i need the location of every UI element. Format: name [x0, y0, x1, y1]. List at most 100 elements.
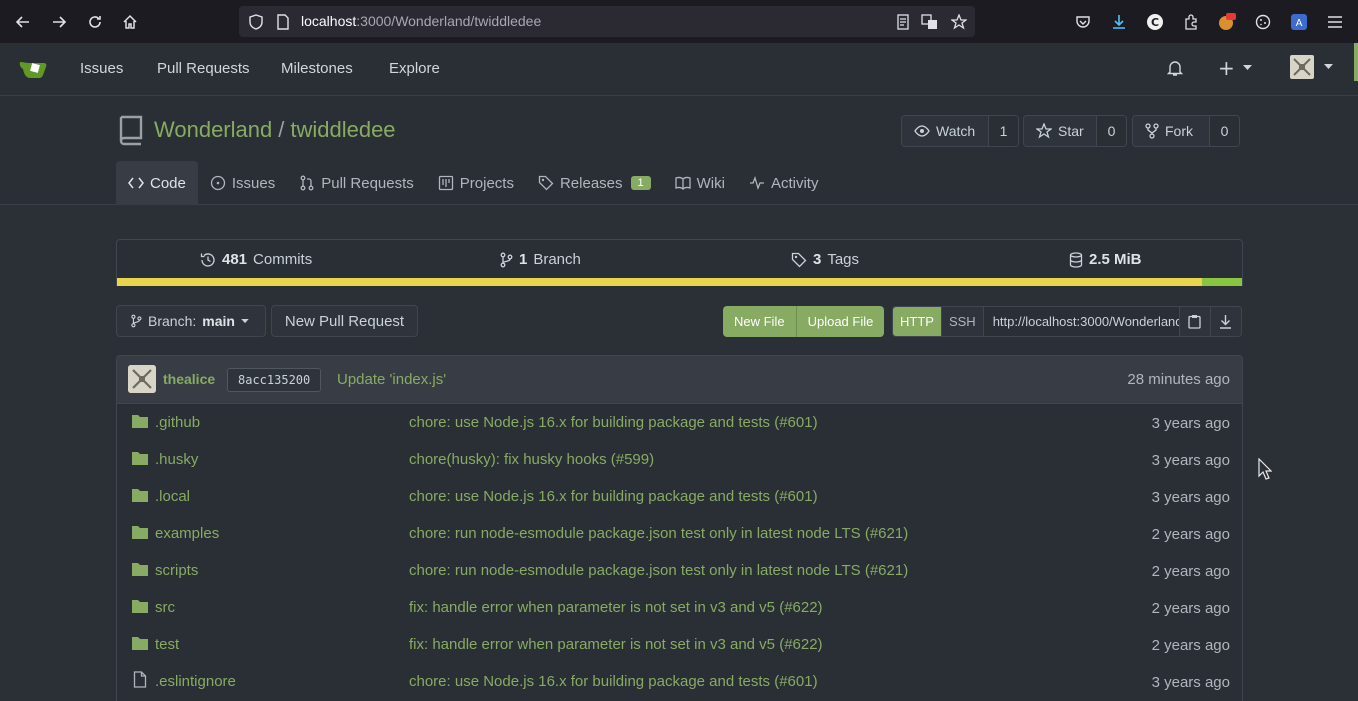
- pull-request-icon: [300, 175, 314, 191]
- clipboard-icon: [1188, 315, 1201, 329]
- file-commit-message-link[interactable]: chore: use Node.js 16.x for building pac…: [409, 673, 818, 690]
- forward-arrow-icon[interactable]: [47, 10, 71, 34]
- nav-pull-requests[interactable]: Pull Requests: [157, 60, 250, 77]
- new-pull-request-button[interactable]: New Pull Request: [271, 305, 418, 337]
- folder-icon: [131, 635, 149, 654]
- bookmark-star-icon[interactable]: [950, 13, 968, 31]
- scrollbar[interactable]: [1354, 43, 1358, 81]
- tab-releases[interactable]: Releases 1: [526, 161, 663, 205]
- tab-issues[interactable]: Issues: [198, 161, 287, 205]
- gitea-logo-icon[interactable]: [18, 57, 49, 83]
- pocket-icon[interactable]: [1073, 12, 1093, 32]
- file-commit-time: 3 years ago: [1151, 452, 1230, 469]
- repo-owner-link[interactable]: Wonderland: [154, 117, 272, 143]
- create-new-dropdown[interactable]: +: [1218, 56, 1252, 80]
- file-commit-message-link[interactable]: chore: run node-esmodule package.json te…: [409, 525, 908, 542]
- reload-icon[interactable]: [83, 10, 107, 34]
- repo-name-link[interactable]: twiddledee: [290, 117, 395, 143]
- language-segment-primary[interactable]: [117, 278, 1202, 286]
- file-commit-message-link[interactable]: fix: handle error when parameter is not …: [409, 636, 823, 653]
- history-icon: [200, 252, 215, 267]
- file-name-link[interactable]: test: [155, 636, 179, 653]
- commit-message[interactable]: Update 'index.js': [337, 371, 446, 388]
- url-text[interactable]: localhost:3000/Wonderland/twiddledee: [301, 13, 541, 29]
- branch-selector[interactable]: Branch: main: [116, 305, 266, 337]
- home-icon[interactable]: [118, 10, 142, 34]
- downloads-icon[interactable]: [1109, 12, 1129, 32]
- file-name-link[interactable]: .husky: [155, 451, 198, 468]
- reader-view-icon[interactable]: [894, 13, 912, 31]
- file-commit-message-link[interactable]: chore: run node-esmodule package.json te…: [409, 562, 908, 579]
- fork-icon: [1145, 123, 1159, 139]
- tab-projects[interactable]: Projects: [426, 161, 526, 205]
- file-commit-time: 3 years ago: [1151, 415, 1230, 432]
- releases-count-badge: 1: [630, 176, 651, 190]
- avatar[interactable]: [128, 365, 156, 393]
- tab-code[interactable]: Code: [116, 161, 198, 205]
- commits-stat[interactable]: 481 Commits: [200, 251, 312, 268]
- menu-hamburger-icon[interactable]: [1325, 12, 1345, 32]
- eye-icon: [914, 125, 930, 137]
- tab-wiki[interactable]: Wiki: [663, 161, 737, 205]
- notifications-bell-icon[interactable]: [1166, 59, 1184, 81]
- language-segment-other[interactable]: [1201, 278, 1242, 286]
- chevron-down-icon: [1324, 64, 1333, 69]
- nav-milestones[interactable]: Milestones: [281, 60, 353, 77]
- file-name-link[interactable]: src: [155, 599, 175, 616]
- file-commit-message-link[interactable]: chore: use Node.js 16.x for building pac…: [409, 414, 818, 431]
- pulse-icon: [749, 176, 764, 190]
- user-menu[interactable]: [1290, 55, 1333, 79]
- download-icon: [1220, 315, 1232, 329]
- database-icon: [1069, 251, 1083, 268]
- commit-author[interactable]: thealice: [163, 371, 215, 387]
- star-button[interactable]: Star: [1024, 116, 1096, 146]
- fork-count[interactable]: 0: [1209, 116, 1239, 146]
- star-count[interactable]: 0: [1096, 116, 1126, 146]
- table-row: src fix: handle error when parameter is n…: [117, 589, 1242, 626]
- new-file-button[interactable]: New File: [723, 306, 796, 337]
- tags-stat[interactable]: 3 Tags: [791, 251, 859, 268]
- extension-c-icon[interactable]: C: [1145, 12, 1165, 32]
- fork-button[interactable]: Fork: [1133, 116, 1209, 146]
- book-icon: [674, 176, 691, 190]
- watch-count[interactable]: 1: [988, 116, 1018, 146]
- shield-icon[interactable]: [247, 13, 265, 31]
- file-icon: [133, 671, 147, 691]
- translate-icon[interactable]: [921, 13, 939, 31]
- copy-clone-url-button[interactable]: [1178, 307, 1210, 336]
- folder-icon: [131, 487, 149, 506]
- tab-activity[interactable]: Activity: [737, 161, 831, 205]
- extensions-puzzle-icon[interactable]: [1181, 12, 1201, 32]
- file-name-link[interactable]: .local: [155, 488, 190, 505]
- tab-pull-requests[interactable]: Pull Requests: [287, 161, 426, 205]
- commit-sha[interactable]: 8acc135200: [227, 368, 322, 392]
- download-archive-button[interactable]: [1209, 307, 1241, 336]
- extension-badge-icon[interactable]: [1217, 12, 1237, 32]
- file-name-link[interactable]: .eslintignore: [155, 673, 236, 690]
- back-arrow-icon[interactable]: [11, 10, 35, 34]
- http-clone-button[interactable]: HTTP: [893, 307, 941, 336]
- language-bar[interactable]: [117, 278, 1242, 286]
- branch-stat[interactable]: 1 Branch: [499, 251, 581, 268]
- watch-button[interactable]: Watch: [902, 116, 988, 146]
- nav-explore[interactable]: Explore: [389, 60, 440, 77]
- upload-file-button[interactable]: Upload File: [795, 306, 885, 337]
- file-commit-time: 2 years ago: [1151, 600, 1230, 617]
- plus-icon: +: [1218, 56, 1235, 80]
- translate-extension-icon[interactable]: A: [1289, 12, 1309, 32]
- file-name-link[interactable]: examples: [155, 525, 219, 542]
- cookie-icon[interactable]: [1253, 12, 1273, 32]
- address-bar[interactable]: localhost:3000/Wonderland/twiddledee: [239, 6, 975, 37]
- svg-text:A: A: [1296, 18, 1303, 29]
- file-commit-message-link[interactable]: chore: use Node.js 16.x for building pac…: [409, 488, 818, 505]
- repo-title: Wonderland / twiddledee: [118, 114, 396, 146]
- file-name-link[interactable]: .github: [155, 414, 200, 431]
- file-name-link[interactable]: scripts: [155, 562, 198, 579]
- ssh-clone-button[interactable]: SSH: [940, 307, 983, 336]
- file-commit-message-link[interactable]: chore(husky): fix husky hooks (#599): [409, 451, 654, 468]
- nav-issues[interactable]: Issues: [80, 60, 123, 77]
- page-info-icon[interactable]: [274, 13, 292, 31]
- file-commit-time: 2 years ago: [1151, 637, 1230, 654]
- file-commit-message-link[interactable]: fix: handle error when parameter is not …: [409, 599, 823, 616]
- clone-url-input[interactable]: http://localhost:3000/Wonderland/twiddle…: [982, 307, 1179, 336]
